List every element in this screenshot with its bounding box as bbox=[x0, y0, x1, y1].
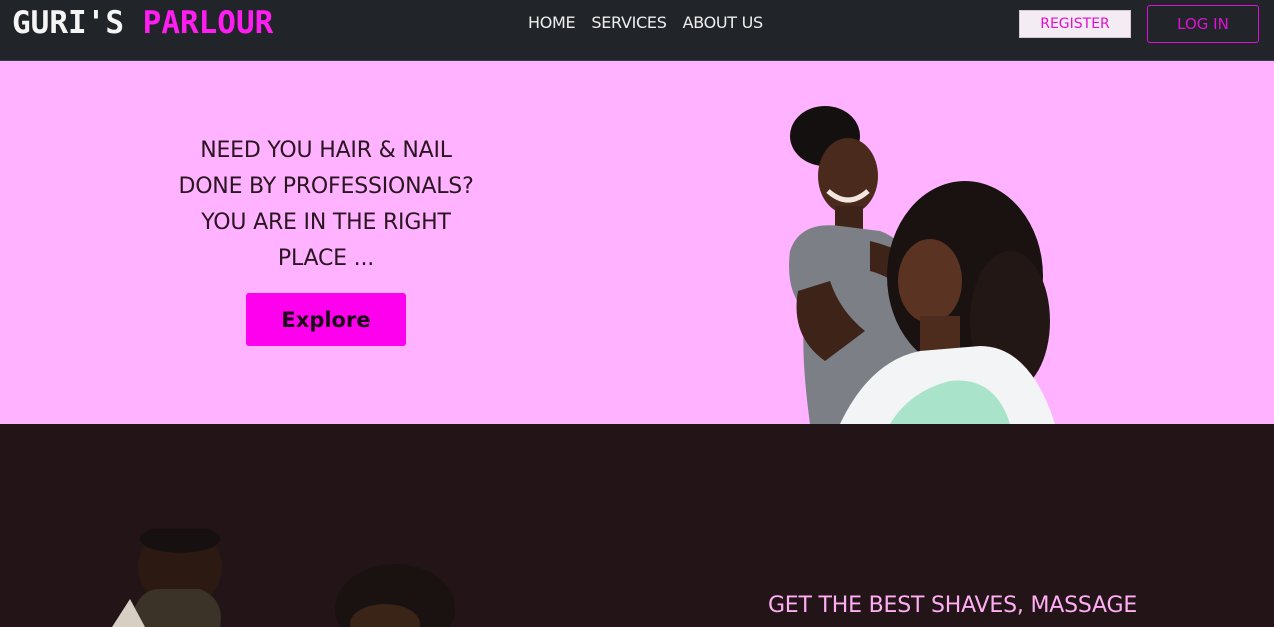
login-button[interactable]: LOG IN bbox=[1147, 5, 1259, 43]
hero-tagline-line: YOU ARE IN THE RIGHT bbox=[201, 210, 451, 235]
brand-highlight: PARLOUR bbox=[142, 5, 274, 41]
hero-tagline: NEED YOU HAIR & NAIL DONE BY PROFESSIONA… bbox=[150, 133, 502, 277]
explore-button[interactable]: Explore bbox=[246, 293, 406, 346]
hero-tagline-line: PLACE ... bbox=[277, 246, 375, 271]
brand-name: GURI'S bbox=[12, 5, 124, 41]
nav-link-home[interactable]: HOME bbox=[528, 12, 576, 34]
services-section: GET THE BEST SHAVES, MASSAGE bbox=[0, 424, 1274, 627]
navbar: GURI'S PARLOUR HOME SERVICES ABOUT US RE… bbox=[0, 0, 1274, 61]
hero-section: NEED YOU HAIR & NAIL DONE BY PROFESSIONA… bbox=[0, 61, 1274, 424]
nav-link-services[interactable]: SERVICES bbox=[591, 12, 667, 34]
hero-tagline-line: NEED YOU HAIR & NAIL bbox=[200, 138, 452, 163]
services-headline: GET THE BEST SHAVES, MASSAGE bbox=[767, 593, 1138, 618]
hero-tagline-line: DONE BY PROFESSIONALS? bbox=[178, 174, 474, 199]
nav-link-about-us[interactable]: ABOUT US bbox=[683, 12, 764, 34]
brand-logo[interactable]: GURI'S PARLOUR bbox=[12, 4, 273, 42]
register-button[interactable]: REGISTER bbox=[1019, 10, 1131, 38]
hairdresser-photo bbox=[789, 106, 1055, 424]
main-nav: HOME SERVICES ABOUT US bbox=[528, 12, 763, 34]
barber-photo bbox=[112, 529, 455, 627]
